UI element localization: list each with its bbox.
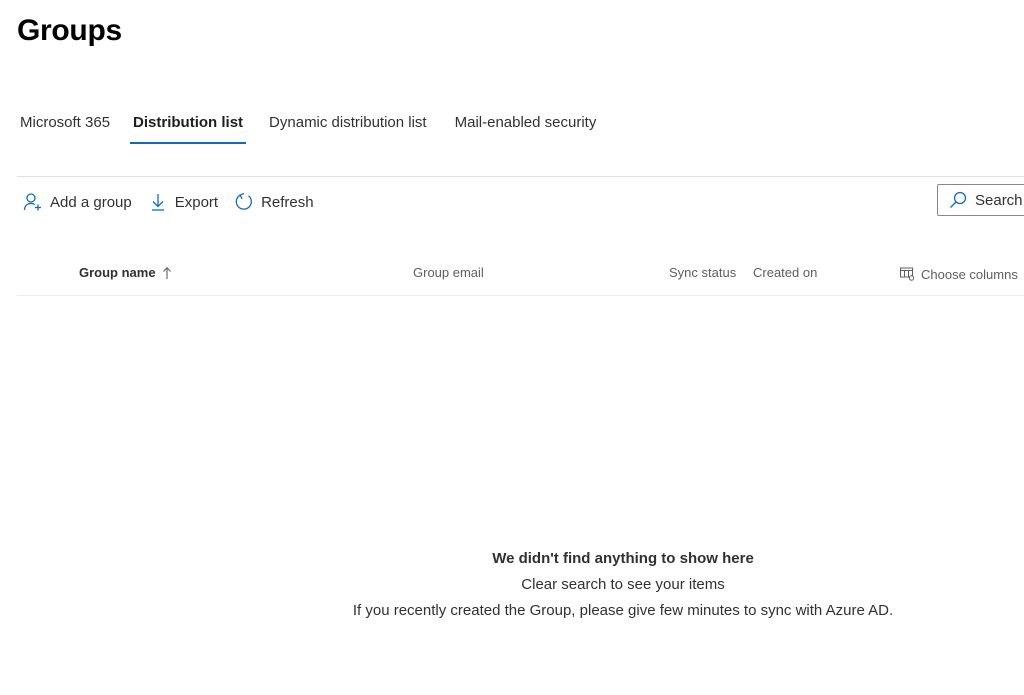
column-header-created-on[interactable]: Created on <box>753 265 817 280</box>
tab-dynamic-distribution-list[interactable]: Dynamic distribution list <box>269 104 427 131</box>
search-icon <box>948 190 968 210</box>
column-label: Created on <box>753 265 818 280</box>
table-header: Group name Group email Sync status Creat… <box>17 258 1024 296</box>
choose-columns-button[interactable]: Choose columns <box>899 266 1018 282</box>
tab-mail-enabled-security[interactable]: Mail-enabled security <box>455 104 597 131</box>
export-label: Export <box>174 193 219 211</box>
add-person-icon <box>23 192 43 212</box>
choose-columns-label: Choose columns <box>921 266 1018 282</box>
tab-label: Distribution list <box>133 114 244 131</box>
export-button[interactable]: Export <box>148 192 218 212</box>
column-header-group-email[interactable]: Group email <box>413 265 484 280</box>
columns-icon <box>899 266 915 282</box>
tab-microsoft-365[interactable]: Microsoft 365 <box>20 104 110 131</box>
empty-state-sync-note: If you recently created the Group, pleas… <box>352 602 894 619</box>
sort-ascending-icon <box>162 266 172 280</box>
groups-page: Groups Microsoft 365 Distribution list D… <box>0 0 1024 695</box>
tab-label: Mail-enabled security <box>454 114 597 131</box>
command-bar: Add a group Export Refresh <box>23 190 330 214</box>
page-title: Groups <box>17 14 122 47</box>
search-label: Search <box>975 191 1023 209</box>
tab-label: Microsoft 365 <box>20 114 111 131</box>
refresh-button[interactable]: Refresh <box>234 192 314 212</box>
add-group-label: Add a group <box>50 193 132 211</box>
tab-distribution-list[interactable]: Distribution list <box>130 104 247 144</box>
add-group-button[interactable]: Add a group <box>23 192 132 212</box>
group-type-tabs: Microsoft 365 Distribution list Dynamic … <box>20 104 624 146</box>
column-label: Group email <box>413 265 484 280</box>
refresh-label: Refresh <box>261 193 314 211</box>
column-label: Group name <box>79 265 156 280</box>
column-label: Sync status <box>669 265 737 280</box>
empty-state-message: We didn't find anything to show here Cle… <box>300 546 946 624</box>
download-icon <box>148 192 168 212</box>
refresh-icon <box>234 192 254 212</box>
empty-state-hint: Clear search to see your items <box>521 576 725 593</box>
search-input[interactable]: Search <box>937 184 1024 216</box>
column-header-group-name[interactable]: Group name <box>79 265 172 280</box>
toolbar-divider <box>17 176 1024 177</box>
tab-label: Dynamic distribution list <box>269 114 427 131</box>
column-header-sync-status[interactable]: Sync status <box>669 265 736 280</box>
empty-state-title: We didn't find anything to show here <box>492 550 754 567</box>
